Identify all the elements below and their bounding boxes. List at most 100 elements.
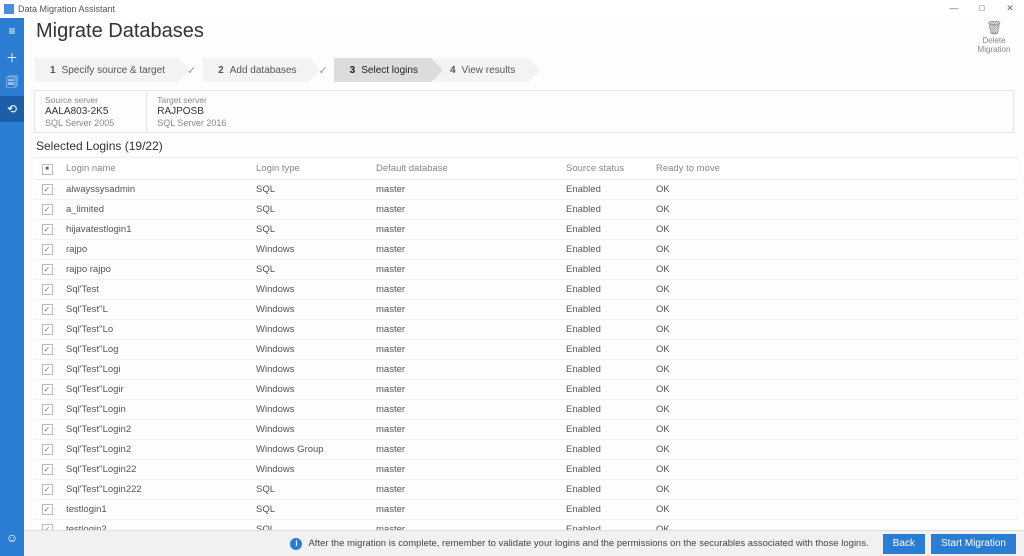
step-3[interactable]: 3 Select logins (334, 58, 432, 82)
start-migration-button[interactable]: Start Migration (931, 534, 1016, 554)
row-checkbox[interactable] (42, 244, 53, 255)
select-all-checkbox[interactable] (42, 164, 53, 175)
cell-ready: OK (650, 479, 1018, 499)
delete-label-2: Migration (978, 45, 1011, 54)
col-ready[interactable]: Ready to move (650, 158, 1018, 179)
maximize-button[interactable]: □ (968, 0, 996, 16)
delete-migration-button[interactable]: 🗑 Delete Migration (974, 20, 1014, 54)
row-checkbox[interactable] (42, 284, 53, 295)
table-row[interactable]: Sql'Test''LoginWindowsmasterEnabledOK (34, 399, 1018, 419)
cell-login: alwayssysadmin (60, 179, 250, 199)
col-type[interactable]: Login type (250, 158, 370, 179)
sidebar-menu-icon[interactable]: ≡ (0, 18, 24, 44)
row-checkbox[interactable] (42, 364, 53, 375)
step-4[interactable]: 4 View results (434, 58, 529, 82)
row-checkbox[interactable] (42, 384, 53, 395)
table-row[interactable]: testlogin2SQLmasterEnabledOK (34, 519, 1018, 530)
row-checkbox[interactable] (42, 184, 53, 195)
table-row[interactable]: rajpo rajpoSQLmasterEnabledOK (34, 259, 1018, 279)
step-3-label: Select logins (361, 65, 418, 76)
row-checkbox[interactable] (42, 464, 53, 475)
cell-ready: OK (650, 439, 1018, 459)
table-row[interactable]: alwayssysadminSQLmasterEnabledOK (34, 179, 1018, 199)
sidebar-migrate-icon[interactable]: ⟲ (0, 96, 24, 122)
step-1-label: Specify source & target (62, 65, 165, 76)
table-row[interactable]: Sql'TestWindowsmasterEnabledOK (34, 279, 1018, 299)
cell-login: a_limited (60, 199, 250, 219)
table-row[interactable]: Sql'Test''Login22WindowsmasterEnabledOK (34, 459, 1018, 479)
table-row[interactable]: hijavatestlogin1SQLmasterEnabledOK (34, 219, 1018, 239)
app-icon (4, 4, 14, 14)
cell-login: hijavatestlogin1 (60, 219, 250, 239)
table-row[interactable]: Sql'Test''LWindowsmasterEnabledOK (34, 299, 1018, 319)
cell-db: master (370, 219, 560, 239)
cell-status: Enabled (560, 299, 650, 319)
col-db[interactable]: Default database (370, 158, 560, 179)
step-2-num: 2 (218, 65, 224, 76)
minimize-button[interactable]: — (940, 0, 968, 16)
cell-ready: OK (650, 399, 1018, 419)
cell-db: master (370, 259, 560, 279)
cell-db: master (370, 399, 560, 419)
row-checkbox[interactable] (42, 484, 53, 495)
step-1[interactable]: 1 Specify source & target (34, 58, 179, 82)
cell-status: Enabled (560, 499, 650, 519)
cell-db: master (370, 499, 560, 519)
cell-type: Windows (250, 279, 370, 299)
row-checkbox[interactable] (42, 504, 53, 515)
cell-status: Enabled (560, 459, 650, 479)
table-row[interactable]: Sql'Test''Login222SQLmasterEnabledOK (34, 479, 1018, 499)
wizard-steps: 1 Specify source & target ✓ 2 Add databa… (34, 58, 1024, 82)
cell-db: master (370, 239, 560, 259)
table-row[interactable]: rajpoWindowsmasterEnabledOK (34, 239, 1018, 259)
table-row[interactable]: Sql'Test''LogirWindowsmasterEnabledOK (34, 379, 1018, 399)
step-1-num: 1 (50, 65, 56, 76)
cell-type: Windows Group (250, 439, 370, 459)
sidebar-add-icon[interactable]: ＋ (0, 44, 24, 70)
row-checkbox[interactable] (42, 264, 53, 275)
step-2[interactable]: 2 Add databases (202, 58, 310, 82)
target-server-box: Target server RAJPOSB SQL Server 2016 (147, 91, 258, 132)
row-checkbox[interactable] (42, 224, 53, 235)
table-row[interactable]: Sql'Test''LogiWindowsmasterEnabledOK (34, 359, 1018, 379)
table-row[interactable]: a_limitedSQLmasterEnabledOK (34, 199, 1018, 219)
source-server-label: Source server (45, 95, 114, 105)
window-controls: — □ ✕ (940, 0, 1024, 16)
cell-db: master (370, 459, 560, 479)
page-title: Migrate Databases (36, 20, 974, 43)
close-button[interactable]: ✕ (996, 0, 1024, 16)
cell-login: Sql'Test''Login222 (60, 479, 250, 499)
row-checkbox[interactable] (42, 324, 53, 335)
cell-status: Enabled (560, 259, 650, 279)
table-row[interactable]: Sql'Test''Login2WindowsmasterEnabledOK (34, 419, 1018, 439)
table-row[interactable]: Sql'Test''LoWindowsmasterEnabledOK (34, 319, 1018, 339)
table-row[interactable]: Sql'Test''LogWindowsmasterEnabledOK (34, 339, 1018, 359)
row-checkbox[interactable] (42, 444, 53, 455)
cell-status: Enabled (560, 479, 650, 499)
cell-type: SQL (250, 259, 370, 279)
cell-status: Enabled (560, 279, 650, 299)
step-3-num: 3 (350, 65, 356, 76)
cell-ready: OK (650, 299, 1018, 319)
sidebar-assess-icon[interactable]: 🗐 (0, 70, 24, 96)
cell-status: Enabled (560, 379, 650, 399)
back-button[interactable]: Back (883, 534, 925, 554)
cell-type: Windows (250, 319, 370, 339)
logins-table-wrap[interactable]: Login name Login type Default database S… (34, 157, 1018, 530)
row-checkbox[interactable] (42, 204, 53, 215)
cell-login: testlogin2 (60, 519, 250, 530)
cell-login: Sql'Test''Lo (60, 319, 250, 339)
row-checkbox[interactable] (42, 304, 53, 315)
col-status[interactable]: Source status (560, 158, 650, 179)
row-checkbox[interactable] (42, 344, 53, 355)
cell-db: master (370, 439, 560, 459)
table-row[interactable]: Sql'Test''Login2Windows GroupmasterEnabl… (34, 439, 1018, 459)
row-checkbox[interactable] (42, 424, 53, 435)
trash-icon: 🗑 (986, 20, 1003, 36)
cell-ready: OK (650, 239, 1018, 259)
col-login[interactable]: Login name (60, 158, 250, 179)
cell-type: SQL (250, 199, 370, 219)
sidebar-settings-icon[interactable]: ☺ (0, 526, 24, 550)
table-row[interactable]: testlogin1SQLmasterEnabledOK (34, 499, 1018, 519)
row-checkbox[interactable] (42, 404, 53, 415)
